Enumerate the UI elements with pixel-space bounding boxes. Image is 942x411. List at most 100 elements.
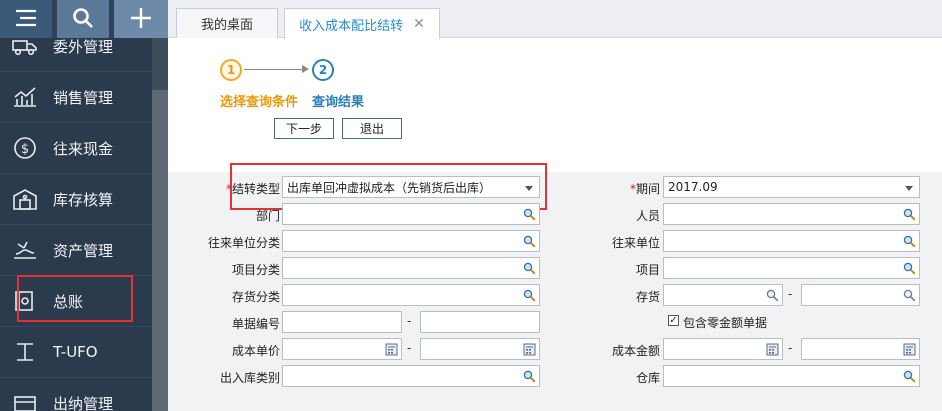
lookup-icon[interactable] xyxy=(523,235,536,248)
search-icon xyxy=(71,6,95,33)
doc-number-from-input[interactable] xyxy=(282,311,402,333)
tab-label: 我的桌面 xyxy=(200,18,253,33)
unit-cost-from-input[interactable] xyxy=(282,338,402,360)
inventory-category-input[interactable] xyxy=(282,284,540,306)
period-label: *期间 xyxy=(629,182,660,196)
cost-amount-label: 成本金额 xyxy=(611,344,660,358)
sidebar-item-label: 委外管理 xyxy=(53,37,114,56)
warehouse-icon xyxy=(11,187,39,211)
arrow-right-icon xyxy=(302,65,309,73)
warehouse-label: 仓库 xyxy=(635,371,660,385)
range-dash: - xyxy=(788,287,793,301)
exit-button[interactable]: 退出 xyxy=(342,118,402,139)
sidebar-item-sales[interactable]: 销售管理 xyxy=(0,72,152,123)
calculator-icon[interactable] xyxy=(766,343,779,356)
warehouse-input[interactable] xyxy=(663,365,920,387)
add-button[interactable] xyxy=(114,0,168,38)
lookup-icon[interactable] xyxy=(523,370,536,383)
period-value: 2017.09 xyxy=(668,180,718,194)
range-dash: - xyxy=(407,314,412,328)
unit-cost-to-input[interactable] xyxy=(420,338,540,360)
sidebar-item-cash[interactable]: $ 往来现金 xyxy=(0,123,152,174)
step-2-circle: 2 xyxy=(312,59,334,81)
project-category-label: 项目分类 xyxy=(231,263,280,277)
menu-toggle-button[interactable] xyxy=(0,0,52,38)
tab-my-desktop[interactable]: 我的桌面 xyxy=(176,8,278,38)
step-2-label: 查询结果 xyxy=(312,95,365,110)
sidebar-item-label: 出纳管理 xyxy=(53,394,114,411)
tab-bar: 我的桌面 收入成本配比结转 ✕ xyxy=(168,0,942,39)
chevron-down-icon xyxy=(905,186,913,191)
search-icon[interactable] xyxy=(903,289,916,302)
cost-amount-to-input[interactable] xyxy=(801,338,920,360)
sidebar-menu: 委外管理 销售管理 $ 往来现金 库存核算 资产管理 总账 T-UFO 出纳管理 xyxy=(0,21,152,411)
project-label: 项目 xyxy=(635,263,660,277)
include-zero-checkbox[interactable]: ✓ xyxy=(668,315,679,326)
io-category-input[interactable] xyxy=(282,365,540,387)
lookup-icon[interactable] xyxy=(523,262,536,275)
staff-label: 人员 xyxy=(635,209,660,223)
project-input[interactable] xyxy=(663,257,920,279)
tab-revenue-cost-matching[interactable]: 收入成本配比结转 ✕ xyxy=(284,8,440,39)
sidebar-item-label: T-UFO xyxy=(53,343,98,361)
range-dash: - xyxy=(407,341,412,355)
assets-icon xyxy=(11,238,39,262)
bar-chart-icon xyxy=(11,85,39,109)
inventory-label: 存货 xyxy=(635,290,660,304)
partner-label: 往来单位 xyxy=(611,236,660,250)
io-category-label: 出入库类别 xyxy=(219,371,280,385)
sidebar-item-label: 销售管理 xyxy=(53,88,114,107)
calculator-icon[interactable] xyxy=(385,343,398,356)
calculator-icon[interactable] xyxy=(523,343,536,356)
sidebar-item-label: 往来现金 xyxy=(53,139,114,158)
cost-amount-from-input[interactable] xyxy=(663,338,783,360)
search-button[interactable] xyxy=(57,0,109,38)
sidebar-item-assets[interactable]: 资产管理 xyxy=(0,225,152,276)
report-icon xyxy=(11,340,39,364)
sidebar-item-t-ufo[interactable]: T-UFO xyxy=(0,327,152,378)
include-zero-label: 包含零金额单据 xyxy=(683,316,768,330)
step-connector-line xyxy=(244,69,304,70)
inventory-from-input[interactable] xyxy=(663,284,783,306)
sidebar-toolbar xyxy=(0,0,168,38)
lookup-icon[interactable] xyxy=(903,235,916,248)
hamburger-icon xyxy=(14,8,38,31)
calculator-icon[interactable] xyxy=(903,343,916,356)
lookup-icon[interactable] xyxy=(523,289,536,302)
search-icon[interactable] xyxy=(766,289,779,302)
svg-text:$: $ xyxy=(21,142,29,157)
lookup-icon[interactable] xyxy=(523,208,536,221)
inventory-to-input[interactable] xyxy=(801,284,920,306)
dollar-circle-icon: $ xyxy=(11,136,39,160)
partner-category-label: 往来单位分类 xyxy=(207,236,280,250)
step-1-label: 选择查询条件 xyxy=(220,95,299,110)
sidebar-item-inventory-accounting[interactable]: 库存核算 xyxy=(0,174,152,225)
lookup-icon[interactable] xyxy=(903,208,916,221)
cashier-icon xyxy=(11,391,39,411)
doc-number-label: 单据编号 xyxy=(231,317,280,331)
project-category-input[interactable] xyxy=(282,257,540,279)
sidebar-item-cashier[interactable]: 出纳管理 xyxy=(0,378,152,411)
lookup-icon[interactable] xyxy=(903,262,916,275)
department-input[interactable] xyxy=(282,203,540,225)
staff-input[interactable] xyxy=(663,203,920,225)
next-step-button[interactable]: 下一步 xyxy=(274,118,334,139)
highlight-box-general-ledger xyxy=(17,275,133,322)
period-select[interactable]: 2017.09 xyxy=(663,176,920,198)
sidebar-item-label: 资产管理 xyxy=(53,241,114,260)
sidebar: 委外管理 销售管理 $ 往来现金 库存核算 资产管理 总账 T-UFO 出纳管理 xyxy=(0,0,168,411)
sidebar-item-label: 库存核算 xyxy=(53,190,114,209)
range-dash: - xyxy=(788,341,793,355)
step-1-circle: 1 xyxy=(220,59,242,81)
tab-label: 收入成本配比结转 xyxy=(299,18,404,34)
inventory-category-label: 存货分类 xyxy=(231,290,280,304)
department-label: 部门 xyxy=(255,209,280,223)
lookup-icon[interactable] xyxy=(903,370,916,383)
close-icon[interactable]: ✕ xyxy=(413,16,425,32)
doc-number-to-input[interactable] xyxy=(420,311,540,333)
plus-icon xyxy=(129,6,153,33)
partner-category-input[interactable] xyxy=(282,230,540,252)
sidebar-scrollbar-thumb[interactable] xyxy=(152,90,168,411)
unit-cost-label: 成本单价 xyxy=(231,344,280,358)
partner-input[interactable] xyxy=(663,230,920,252)
